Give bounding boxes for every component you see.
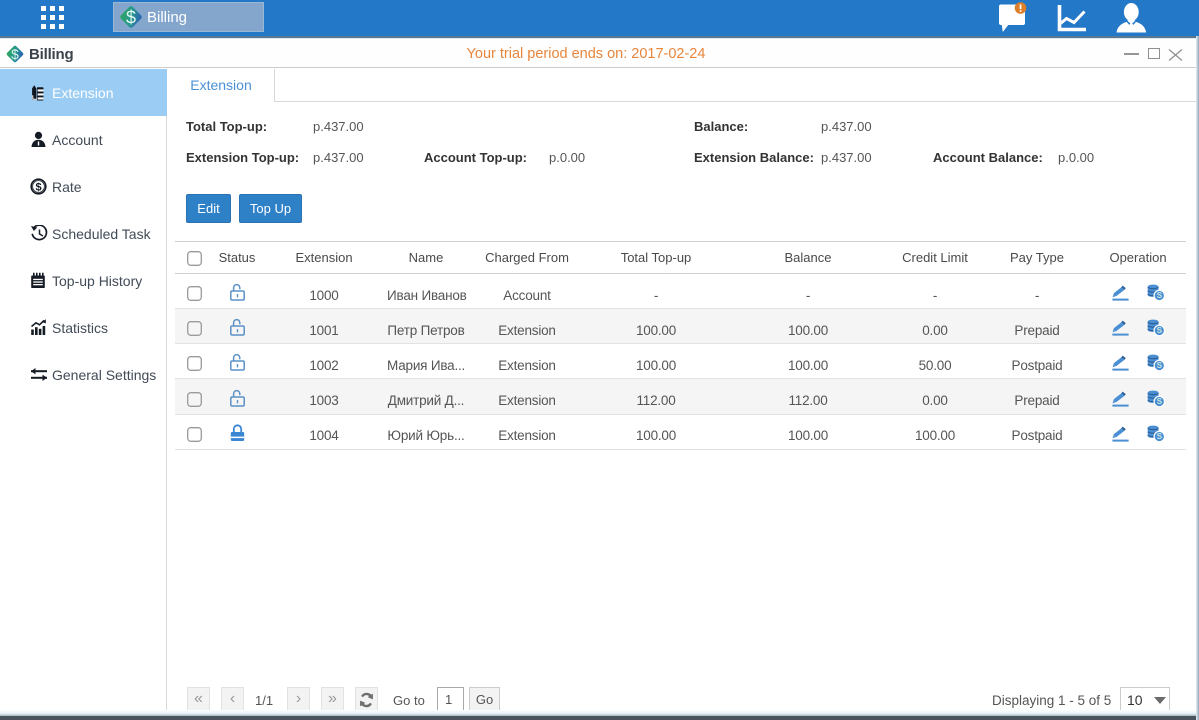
svg-text:$: $ (35, 182, 41, 194)
svg-text:S: S (1156, 291, 1162, 300)
svg-text:$: $ (126, 8, 136, 28)
svg-text:S: S (1156, 362, 1162, 371)
svg-text:S: S (1156, 397, 1162, 406)
svg-text:S: S (1156, 432, 1162, 441)
svg-text:S: S (1156, 326, 1162, 335)
